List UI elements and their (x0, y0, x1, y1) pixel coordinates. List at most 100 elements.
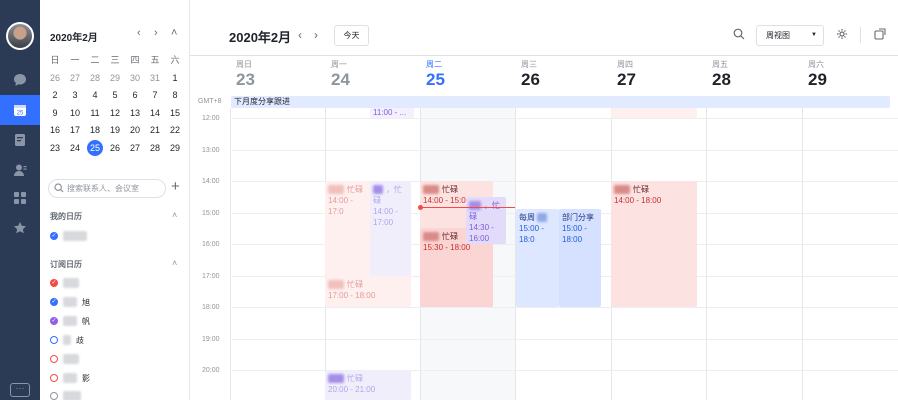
mini-day[interactable]: 27 (65, 70, 85, 88)
event-block[interactable]: 忙碌 14:00 - 18:00 (611, 181, 697, 307)
mini-day[interactable]: 9 (45, 105, 65, 123)
rail-workplace[interactable] (0, 183, 40, 213)
calendar-owner-suffix: 歧 (76, 335, 84, 345)
day-header-wed[interactable]: 周三 26 (515, 56, 611, 96)
calendar-checkbox[interactable] (50, 336, 58, 344)
mini-day[interactable]: 26 (45, 70, 65, 88)
gear-icon[interactable] (836, 28, 848, 40)
mini-day-today[interactable]: 25 (85, 139, 105, 158)
mini-day[interactable]: 6 (125, 87, 145, 105)
calendar-owner-name (63, 373, 77, 383)
my-calendar-item[interactable]: ✓ (50, 229, 87, 243)
mini-collapse-button[interactable]: ˄ (171, 27, 177, 39)
next-week-button[interactable]: › (314, 28, 318, 42)
mini-day[interactable]: 21 (145, 122, 165, 140)
mini-day[interactable]: 28 (145, 140, 165, 158)
mini-day[interactable]: 27 (125, 140, 145, 158)
calendar-checkbox[interactable]: ✓ (50, 232, 58, 240)
mini-day[interactable]: 5 (105, 87, 125, 105)
add-calendar-button[interactable]: + (171, 178, 180, 196)
mini-day[interactable]: 30 (125, 70, 145, 88)
mini-day[interactable]: 19 (105, 122, 125, 140)
today-button[interactable]: 今天 (334, 25, 369, 46)
calendar-checkbox[interactable] (50, 355, 58, 363)
day-header-sat[interactable]: 周六 29 (802, 56, 898, 96)
event-time: 14:00 - 18:00 (614, 196, 662, 205)
event-block[interactable]: 部门分享 15:00 - 18:00 (559, 209, 601, 307)
more-icon[interactable]: ··· (10, 383, 30, 397)
mini-day[interactable]: 7 (145, 87, 165, 105)
subscribed-calendars-collapse[interactable]: ˄ (172, 258, 177, 268)
event-block[interactable]: 每周 15:00 - 18:0 (516, 209, 559, 307)
mini-day[interactable]: 12 (105, 105, 125, 123)
day-header-tue[interactable]: 周二 25 (420, 56, 516, 96)
subscribed-calendar-item[interactable] (50, 389, 81, 400)
mini-day[interactable]: 26 (105, 140, 125, 158)
mini-day[interactable]: 24 (65, 140, 85, 158)
day-column[interactable] (706, 108, 802, 400)
mini-day[interactable]: 10 (65, 105, 85, 123)
day-column[interactable] (802, 108, 898, 400)
calendar-checkbox[interactable] (50, 374, 58, 382)
mini-day[interactable]: 29 (105, 70, 125, 88)
mini-day[interactable]: 14 (145, 105, 165, 123)
rail-messages[interactable] (0, 65, 40, 95)
mini-day[interactable]: 29 (165, 140, 185, 158)
mini-day[interactable]: 8 (165, 87, 185, 105)
calendar-owner-name (63, 231, 87, 241)
avatar[interactable] (6, 22, 34, 50)
day-date: 29 (808, 70, 827, 89)
event-block[interactable]: 忙碌 14:00 - 17:0 (325, 181, 371, 276)
subscribed-calendar-item[interactable]: ✓ 帆 (50, 314, 90, 328)
subscribed-calendar-item[interactable] (50, 352, 79, 366)
mini-day[interactable]: 23 (45, 140, 65, 158)
calendar-checkbox[interactable]: ✓ (50, 279, 58, 287)
mini-day[interactable]: 31 (145, 70, 165, 88)
event-block[interactable]: 11:00 - ... (370, 108, 414, 118)
day-header-thu[interactable]: 周四 27 (611, 56, 707, 96)
mini-day[interactable]: 16 (45, 122, 65, 140)
day-header-sun[interactable]: 周日 23 (230, 56, 326, 96)
view-select[interactable]: 周视图 ▼ (756, 25, 824, 46)
external-window-icon[interactable] (874, 28, 886, 40)
mini-day[interactable]: 2 (45, 87, 65, 105)
calendar-checkbox[interactable]: ✓ (50, 317, 58, 325)
mini-day[interactable]: 20 (125, 122, 145, 140)
day-header-fri[interactable]: 周五 28 (706, 56, 802, 96)
event-block[interactable] (611, 108, 697, 118)
calendar-checkbox[interactable]: ✓ (50, 298, 58, 306)
mini-day[interactable]: 3 (65, 87, 85, 105)
event-block[interactable]: ，忙 碌 14:30 - 16:00 (466, 197, 506, 244)
time-grid[interactable]: 11:00 - ... 忙碌 14:00 - 17:0 ，忙 碌 14:00 -… (230, 108, 898, 400)
rail-contacts[interactable] (0, 155, 40, 185)
mini-prev-button[interactable]: ‹ (137, 27, 141, 39)
mini-day[interactable]: 17 (65, 122, 85, 140)
rail-calendar[interactable]: 25 (0, 95, 40, 125)
subscribed-calendar-item[interactable]: ✓ 旭 (50, 295, 90, 309)
mini-day[interactable]: 22 (165, 122, 185, 140)
mini-day[interactable]: 15 (165, 105, 185, 123)
contact-search-input[interactable]: 搜索联系人、会议室 (48, 179, 166, 198)
mini-day[interactable]: 11 (85, 105, 105, 123)
mini-next-button[interactable]: › (154, 27, 158, 39)
event-block[interactable]: ，忙 碌 14:00 - 17:00 (370, 181, 411, 276)
day-header-mon[interactable]: 周一 24 (325, 56, 421, 96)
all-day-event[interactable]: 下月度分享跟进 (231, 96, 890, 108)
mini-day[interactable]: 1 (165, 70, 185, 88)
mini-day[interactable]: 28 (85, 70, 105, 88)
subscribed-calendar-item[interactable]: ✓ (50, 276, 79, 290)
mini-day[interactable]: 4 (85, 87, 105, 105)
rail-favorites[interactable] (0, 213, 40, 243)
subscribed-calendar-item[interactable]: 影 (50, 371, 90, 385)
mini-day[interactable]: 13 (125, 105, 145, 123)
search-icon[interactable] (733, 28, 745, 40)
event-block[interactable]: 忙碌 17:00 - 18:00 (325, 276, 411, 307)
calendar-checkbox[interactable] (50, 392, 58, 400)
prev-week-button[interactable]: ‹ (298, 28, 302, 42)
my-calendars-collapse[interactable]: ˄ (172, 210, 177, 220)
rail-docs[interactable] (0, 125, 40, 155)
event-block[interactable]: 忙碌 20:00 - 21:00 (325, 370, 411, 400)
mini-day[interactable]: 18 (85, 122, 105, 140)
subscribed-calendar-item[interactable]: 歧 (50, 333, 84, 347)
day-column[interactable] (230, 108, 325, 400)
